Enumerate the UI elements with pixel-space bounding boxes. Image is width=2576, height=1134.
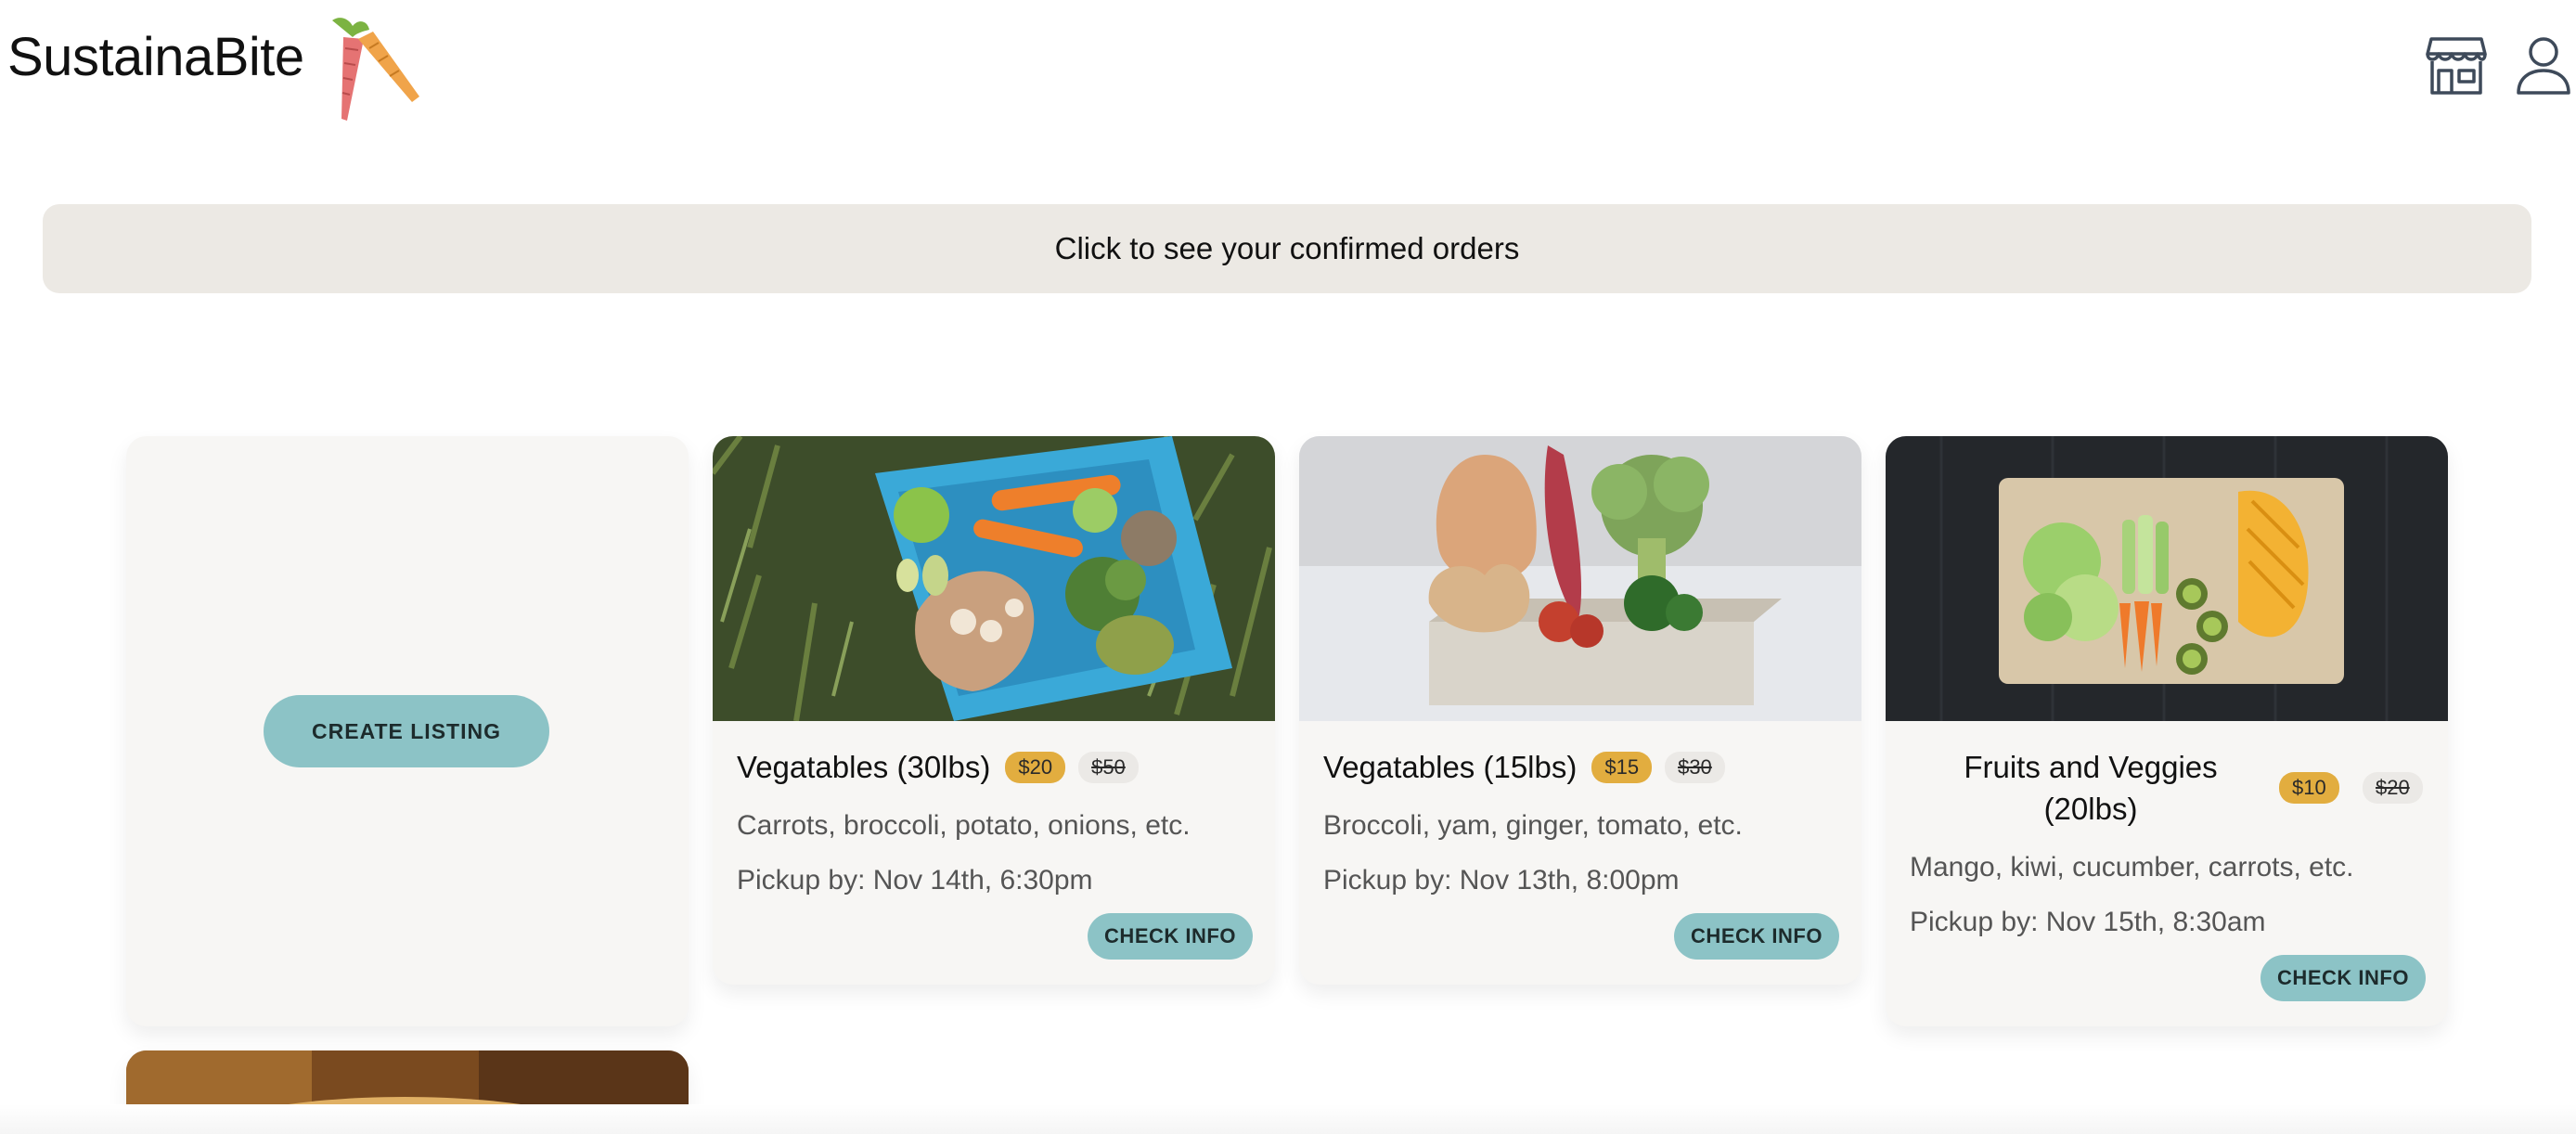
listing-image: [1299, 436, 1861, 721]
listing-title-row: Vegatables (30lbs) $20 $50: [737, 750, 1139, 785]
confirmed-orders-banner[interactable]: Click to see your confirmed orders: [43, 204, 2531, 293]
listing-title-line: (20lbs): [2043, 792, 2138, 826]
price-badge: $20: [1005, 752, 1066, 783]
check-info-button[interactable]: CHECK INFO: [1088, 913, 1253, 960]
store-icon[interactable]: [2424, 33, 2489, 98]
listing-description: Mango, kiwi, cucumber, carrots, etc.: [1910, 852, 2354, 883]
listing-pickup-time: Pickup by: Nov 14th, 6:30pm: [737, 865, 1093, 896]
listing-title: Fruits and Veggies (20lbs): [1910, 746, 2272, 830]
listing-pickup-time: Pickup by: Nov 13th, 8:00pm: [1323, 865, 1680, 896]
listing-card: Fruits and Veggies (20lbs) $10 $20 Mango…: [1886, 436, 2448, 1026]
listing-pickup-time: Pickup by: Nov 15th, 8:30am: [1910, 907, 2266, 937]
check-info-button[interactable]: CHECK INFO: [2260, 955, 2426, 1001]
user-profile-icon[interactable]: [2511, 33, 2576, 98]
check-info-button[interactable]: CHECK INFO: [1674, 913, 1839, 960]
create-listing-card: CREATE LISTING: [126, 436, 689, 1026]
listing-title-row: Vegatables (15lbs) $15 $30: [1323, 750, 1725, 785]
listing-title-line: Fruits and Veggies: [1964, 750, 2218, 784]
original-price-badge: $20: [2363, 772, 2423, 804]
listing-description: Carrots, broccoli, potato, onions, etc.: [737, 810, 1191, 841]
listing-card: Vegatables (15lbs) $15 $30 Broccoli, yam…: [1299, 436, 1861, 985]
create-listing-button[interactable]: CREATE LISTING: [264, 695, 549, 767]
original-price-badge: $50: [1078, 752, 1139, 783]
price-badge: $10: [2279, 772, 2339, 804]
page-bottom-fade: [0, 1104, 2576, 1134]
listing-image: [1886, 436, 2448, 721]
listing-image: [713, 436, 1275, 721]
price-badge: $15: [1591, 752, 1653, 783]
listing-title: Vegatables (15lbs): [1323, 750, 1578, 784]
carrot-logo-icon: [332, 18, 419, 121]
top-header: SustainaBite: [0, 0, 2576, 139]
original-price-badge: $30: [1665, 752, 1725, 783]
listing-title: Vegatables (30lbs): [737, 750, 991, 784]
listing-description: Broccoli, yam, ginger, tomato, etc.: [1323, 810, 1743, 841]
brand-name[interactable]: SustainaBite: [7, 26, 304, 88]
listing-card: Vegatables (30lbs) $20 $50 Carrots, broc…: [713, 436, 1275, 985]
